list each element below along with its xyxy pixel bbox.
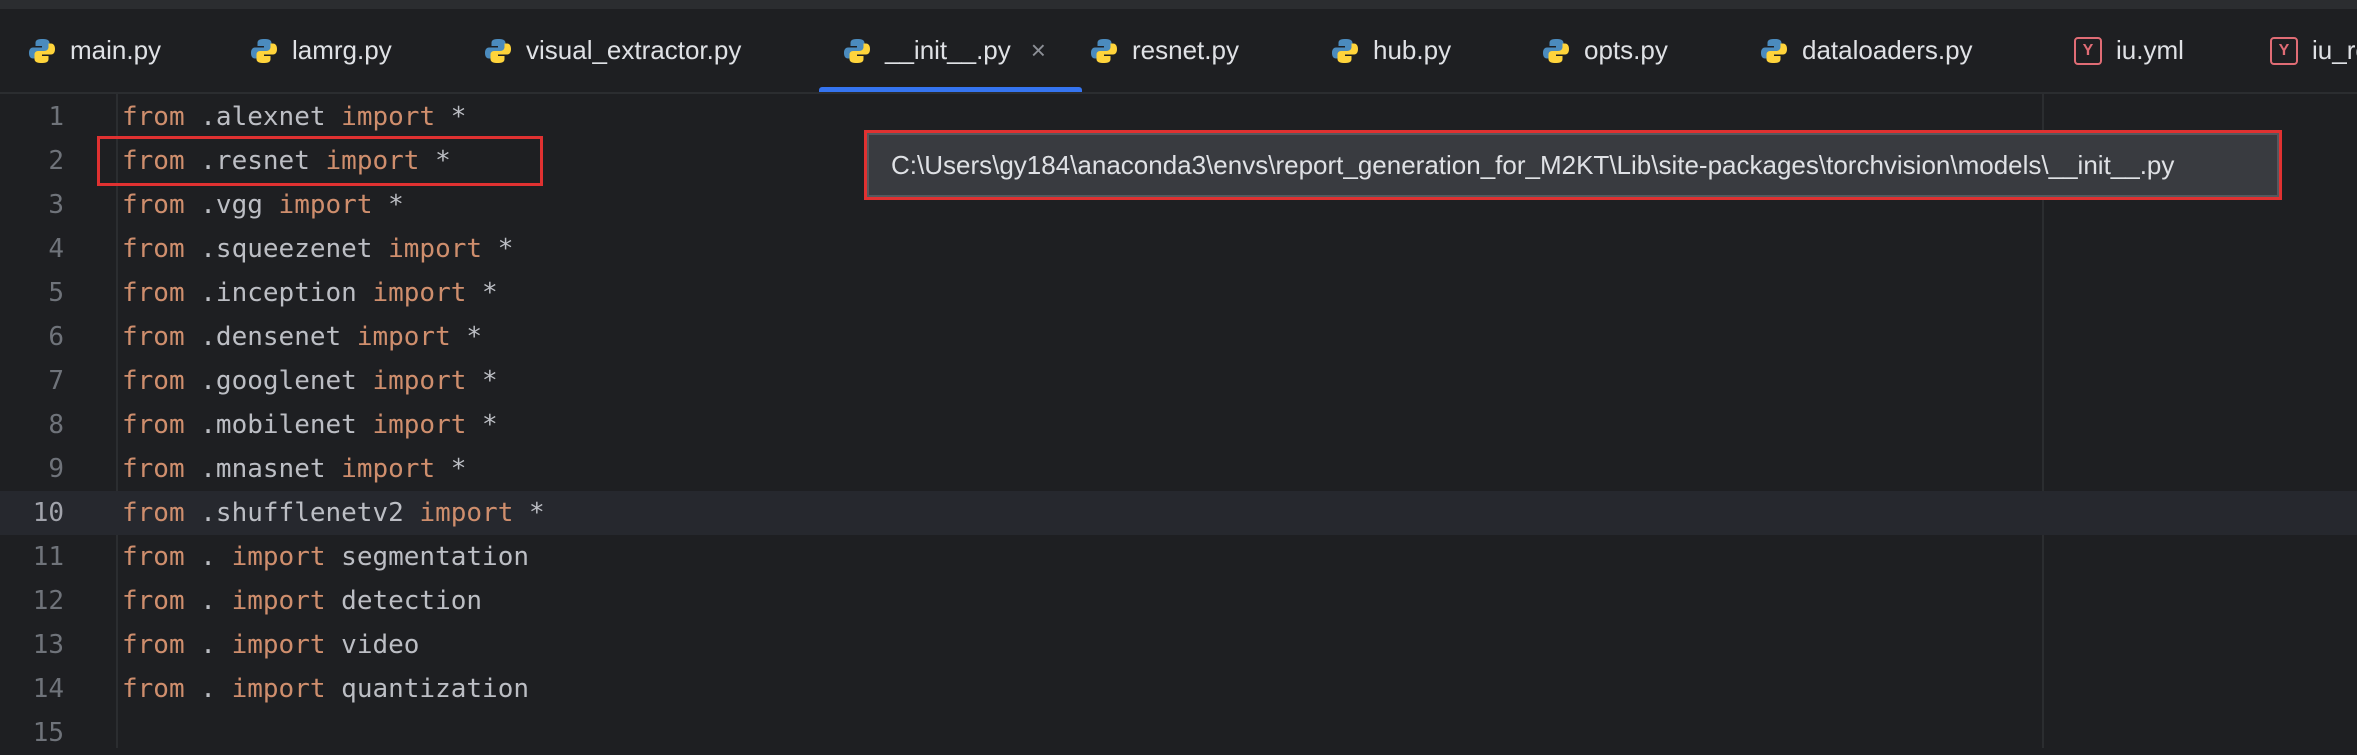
code-line[interactable]: 15 xyxy=(0,711,2357,755)
tab-label: __init__.py xyxy=(885,35,1011,65)
line-number: 4 xyxy=(48,234,64,264)
code-text: from .mobilenet import * xyxy=(122,410,498,440)
line-number: 13 xyxy=(32,630,64,660)
window-top-strip xyxy=(0,0,2357,9)
code-text: from .alexnet import * xyxy=(122,102,467,132)
line-number: 11 xyxy=(32,542,64,572)
code-line[interactable]: 11 from . import segmentation xyxy=(0,535,2357,579)
code-text: from . import quantization xyxy=(122,674,530,704)
tab-iu-yml[interactable]: Y iu.yml xyxy=(2074,9,2184,92)
line-number: 3 xyxy=(48,190,64,220)
tab-label: resnet.py xyxy=(1132,35,1239,65)
tab-resnet-py[interactable]: resnet.py xyxy=(1090,9,1239,92)
python-icon xyxy=(485,38,511,63)
line-number: 5 xyxy=(48,278,64,308)
code-line[interactable]: 6 from .densenet import * xyxy=(0,315,2357,359)
file-path-text: C:\Users\gy184\anaconda3\envs\report_gen… xyxy=(891,149,2175,180)
line-number: 12 xyxy=(32,586,64,616)
close-tab-icon[interactable]: × xyxy=(1031,35,1046,66)
code-line[interactable]: 5 from .inception import * xyxy=(0,271,2357,315)
line-number: 14 xyxy=(32,674,64,704)
tab-init-py[interactable]: __init__.py × xyxy=(819,9,1082,92)
tab-dataloaders-py[interactable]: dataloaders.py xyxy=(1760,9,1973,92)
tab-iu-re[interactable]: Y iu_re xyxy=(2270,9,2357,92)
code-text: from .inception import * xyxy=(122,278,498,308)
code-text: from .squeezenet import * xyxy=(122,234,514,264)
code-text: from . import detection xyxy=(122,586,483,616)
code-line[interactable]: 13 from . import video xyxy=(0,623,2357,667)
code-line[interactable]: 7 from .googlenet import * xyxy=(0,359,2357,403)
editor-tab-bar: main.py lamrg.py visual_extractor.py __i… xyxy=(0,9,2357,94)
tab-label: dataloaders.py xyxy=(1802,35,1973,65)
tab-label: visual_extractor.py xyxy=(526,35,742,65)
tab-label: iu.yml xyxy=(2116,35,2184,65)
tab-label: main.py xyxy=(70,35,162,65)
code-text: from .googlenet import * xyxy=(122,366,498,396)
tab-opts-py[interactable]: opts.py xyxy=(1542,9,1668,92)
highlight-box-resnet-import xyxy=(97,136,543,186)
code-line[interactable]: 12 from . import detection xyxy=(0,579,2357,623)
line-number: 10 xyxy=(32,498,64,528)
code-text: from . import video xyxy=(122,630,420,660)
python-icon xyxy=(1091,38,1117,63)
tab-label: hub.py xyxy=(1373,35,1452,65)
tab-hub-py[interactable]: hub.py xyxy=(1331,9,1451,92)
yaml-icon: Y xyxy=(2074,36,2102,65)
tab-label: iu_re xyxy=(2312,35,2357,65)
code-line[interactable]: 8 from .mobilenet import * xyxy=(0,403,2357,447)
tab-visual-extractor-py[interactable]: visual_extractor.py xyxy=(484,9,741,92)
tab-label: opts.py xyxy=(1584,35,1668,65)
code-line[interactable]: 4 from .squeezenet import * xyxy=(0,227,2357,271)
code-text: from .densenet import * xyxy=(122,322,483,352)
code-line[interactable]: 14 from . import quantization xyxy=(0,667,2357,711)
python-icon xyxy=(251,38,277,63)
code-text: from . import segmentation xyxy=(122,542,530,572)
tab-main-py[interactable]: main.py xyxy=(28,9,161,92)
line-number: 1 xyxy=(48,102,64,132)
code-text: from .shufflenetv2 import * xyxy=(122,498,545,528)
python-icon xyxy=(844,38,870,63)
code-line[interactable]: 9 from .mnasnet import * xyxy=(0,447,2357,491)
line-number: 2 xyxy=(48,146,64,176)
code-line-current[interactable]: 10 from .shufflenetv2 import * xyxy=(0,491,2357,535)
line-number: 6 xyxy=(48,322,64,352)
line-number: 9 xyxy=(48,454,64,484)
python-icon xyxy=(29,38,55,63)
tab-lamrg-py[interactable]: lamrg.py xyxy=(250,9,392,92)
file-path-tooltip: C:\Users\gy184\anaconda3\envs\report_gen… xyxy=(864,130,2282,200)
tab-label: lamrg.py xyxy=(292,35,392,65)
code-text: from .mnasnet import * xyxy=(122,454,467,484)
yaml-icon: Y xyxy=(2270,36,2298,65)
python-icon xyxy=(1761,38,1787,63)
python-icon xyxy=(1543,38,1569,63)
line-number: 15 xyxy=(32,718,64,748)
code-text: from .vgg import * xyxy=(122,190,404,220)
python-icon xyxy=(1332,38,1358,63)
line-number: 7 xyxy=(48,366,64,396)
line-number: 8 xyxy=(48,410,64,440)
